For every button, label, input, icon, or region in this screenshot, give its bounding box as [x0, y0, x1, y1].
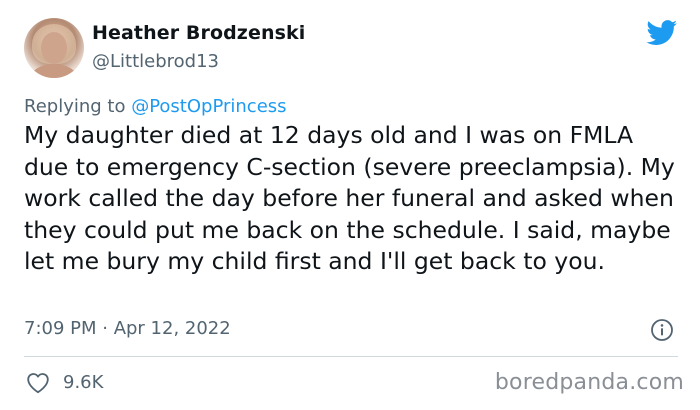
like-count: 9.6K [63, 372, 104, 393]
twitter-bird-icon[interactable] [646, 20, 678, 46]
replying-to-line: Replying to @PostOpPrincess [24, 96, 287, 117]
heart-icon[interactable] [26, 372, 50, 394]
avatar-face [41, 32, 67, 64]
watermark: boredpanda.com [494, 370, 684, 395]
avatar[interactable] [24, 18, 84, 78]
divider [24, 356, 678, 357]
avatar-shoulders [30, 64, 78, 78]
replying-to-prefix: Replying to [24, 96, 132, 117]
replying-to-mention[interactable]: @PostOpPrincess [131, 96, 286, 117]
author-handle[interactable]: @Littlebrod13 [92, 51, 219, 72]
tweet-timestamp[interactable]: 7:09 PM · Apr 12, 2022 [24, 318, 231, 339]
info-icon[interactable] [650, 318, 674, 342]
tweet-text: My daughter died at 12 days old and I wa… [24, 121, 675, 275]
author-display-name[interactable]: Heather Brodzenski [92, 22, 305, 44]
